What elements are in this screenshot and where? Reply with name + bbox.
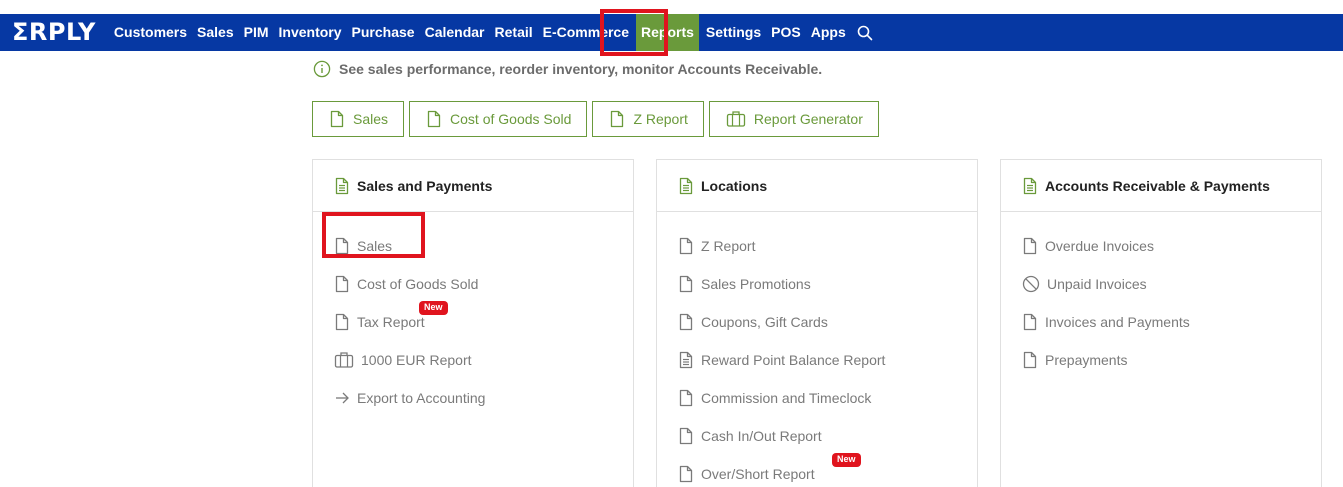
report-link-label: Z Report [701, 238, 756, 254]
report-link-unpaid-invoices[interactable]: Unpaid Invoices [1001, 265, 1321, 303]
nav-e-commerce[interactable]: E-Commerce [538, 14, 634, 51]
report-list: Z Report Sales Promotions Coupons, Gift … [657, 212, 977, 487]
document-icon [679, 275, 693, 293]
card-sales-and-payments: Sales and Payments Sales Cost of Goods S… [312, 159, 634, 487]
document-icon [679, 313, 693, 331]
info-text: See sales performance, reorder inventory… [339, 61, 823, 77]
nav-pos[interactable]: POS [766, 14, 806, 51]
quick-button-label: Z Report [633, 111, 688, 127]
report-link-1000-eur-report[interactable]: 1000 EUR Report [313, 341, 633, 379]
report-link-tax-report[interactable]: Tax Report New [313, 301, 633, 341]
document-icon [679, 237, 693, 255]
document-icon [679, 465, 693, 483]
quick-button-label: Sales [353, 111, 389, 127]
report-link-label: Sales Promotions [701, 276, 811, 292]
document-lines-icon [1023, 177, 1037, 194]
report-link-label: Prepayments [1045, 352, 1128, 368]
report-link-prepayments[interactable]: Prepayments [1001, 341, 1321, 379]
report-link-label: Cost of Goods Sold [357, 276, 479, 292]
document-icon [330, 110, 344, 128]
top-navigation-bar: ΣRPLY Customers Sales PIM Inventory Purchase… [0, 14, 1343, 51]
report-list: Overdue Invoices Unpaid Invoices Invoice… [1001, 212, 1321, 379]
nav-customers[interactable]: Customers [109, 14, 192, 51]
report-link-invoices-and-payments[interactable]: Invoices and Payments [1001, 303, 1321, 341]
new-badge: New [419, 301, 448, 315]
report-link-label: 1000 EUR Report [361, 352, 472, 368]
document-icon [679, 389, 693, 407]
nav-pim[interactable]: PIM [239, 14, 274, 51]
report-link-label: Commission and Timeclock [701, 390, 872, 406]
report-link-label: Unpaid Invoices [1047, 276, 1147, 292]
quick-button-sales[interactable]: Sales [312, 101, 405, 137]
search-icon [857, 25, 873, 40]
report-link-label: Overdue Invoices [1045, 238, 1154, 254]
report-link-label: Tax Report [357, 314, 425, 330]
report-link-label: Reward Point Balance Report [701, 352, 886, 368]
report-link-label: Sales [357, 238, 393, 254]
report-link-reward-point-balance-report[interactable]: Reward Point Balance Report [657, 341, 977, 379]
report-link-label: Export to Accounting [357, 390, 486, 406]
document-icon [335, 313, 349, 331]
report-link-over-short-report[interactable]: Over/Short Report New [657, 453, 977, 487]
card-title: Locations [701, 177, 768, 194]
document-icon [427, 110, 441, 128]
nav-purchase[interactable]: Purchase [347, 14, 420, 51]
card-accounts-receivable: Accounts Receivable & Payments Overdue I… [1000, 159, 1322, 487]
document-lines-icon [335, 177, 349, 194]
info-line: See sales performance, reorder inventory… [313, 60, 822, 78]
report-link-z-report[interactable]: Z Report [657, 227, 977, 265]
document-icon [1023, 351, 1037, 369]
nav-apps[interactable]: Apps [806, 14, 851, 51]
document-icon [611, 110, 624, 128]
report-link-sales[interactable]: Sales [313, 227, 633, 265]
ban-icon [1022, 275, 1040, 293]
report-link-commission-and-timeclock[interactable]: Commission and Timeclock [657, 379, 977, 417]
quick-button-cost-of-goods-sold[interactable]: Cost of Goods Sold [409, 101, 588, 137]
report-link-label: Cash In/Out Report [701, 428, 822, 444]
report-link-cost-of-goods-sold[interactable]: Cost of Goods Sold [313, 265, 633, 303]
nav-inventory[interactable]: Inventory [274, 14, 347, 51]
document-icon [1023, 313, 1037, 331]
erply-logo[interactable]: ΣRPLY [12, 14, 96, 51]
report-link-overdue-invoices[interactable]: Overdue Invoices [1001, 227, 1321, 265]
document-icon [679, 427, 693, 445]
nav-reports[interactable]: Reports [636, 14, 699, 51]
document-icon [335, 237, 349, 255]
main-nav: Customers Sales PIM Inventory Purchase Calend… [109, 14, 851, 51]
document-lines-icon [679, 177, 693, 194]
new-badge: New [832, 453, 861, 467]
card-header: Sales and Payments [313, 160, 633, 212]
quick-button-label: Report Generator [753, 111, 863, 127]
nav-sales[interactable]: Sales [192, 14, 239, 51]
arrow-right-icon [336, 392, 349, 404]
briefcase-icon [334, 352, 354, 368]
info-icon [313, 60, 331, 78]
report-link-sales-promotions[interactable]: Sales Promotions [657, 265, 977, 303]
card-header: Accounts Receivable & Payments [1001, 160, 1321, 212]
nav-retail[interactable]: Retail [490, 14, 538, 51]
report-link-label: Invoices and Payments [1045, 314, 1190, 330]
report-link-export-to-accounting[interactable]: Export to Accounting [313, 379, 633, 417]
report-link-cash-in-out-report[interactable]: Cash In/Out Report [657, 417, 977, 455]
quick-button-label: Cost of Goods Sold [450, 111, 572, 127]
card-title: Sales and Payments [357, 177, 493, 194]
card-title: Accounts Receivable & Payments [1045, 177, 1270, 194]
report-list: Sales Cost of Goods Sold Tax Report New 1… [313, 212, 633, 417]
quick-report-buttons: Sales Cost of Goods Sold Z Report Report… [312, 101, 884, 137]
search-button[interactable] [857, 14, 873, 51]
card-header: Locations [657, 160, 977, 212]
document-icon [1023, 237, 1037, 255]
briefcase-icon [726, 111, 746, 127]
quick-button-z-report[interactable]: Z Report [592, 101, 704, 137]
nav-calendar[interactable]: Calendar [420, 14, 490, 51]
nav-settings[interactable]: Settings [701, 14, 766, 51]
report-link-coupons-gift-cards[interactable]: Coupons, Gift Cards [657, 303, 977, 341]
document-lines-icon [679, 351, 693, 369]
document-icon [335, 275, 349, 293]
quick-button-report-generator[interactable]: Report Generator [708, 101, 879, 137]
report-link-label: Coupons, Gift Cards [701, 314, 828, 330]
report-link-label: Over/Short Report [701, 466, 815, 482]
card-locations: Locations Z Report Sales Promotions Coup… [656, 159, 978, 487]
